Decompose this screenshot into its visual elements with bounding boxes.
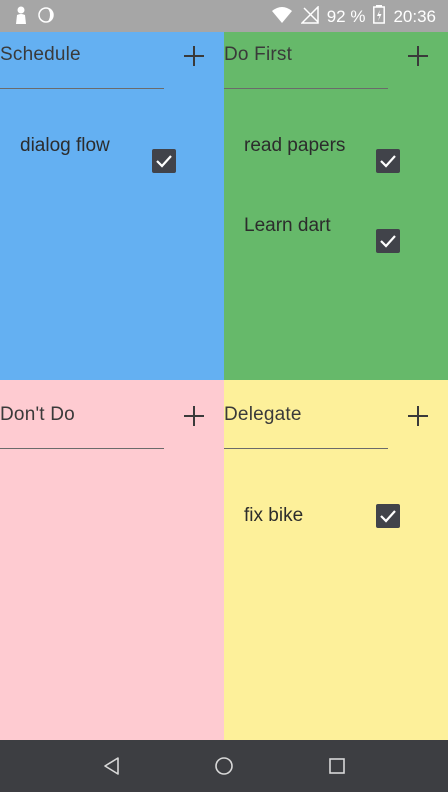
add-task-button[interactable] xyxy=(182,44,206,68)
divider xyxy=(224,448,388,449)
wifi-icon xyxy=(271,6,293,29)
divider xyxy=(0,88,164,89)
quadrant-title: Don't Do xyxy=(0,404,75,425)
check-icon xyxy=(156,155,172,168)
quadrant-delegate: Delegate fix bike xyxy=(224,380,448,740)
battery-icon xyxy=(373,5,386,29)
back-icon[interactable] xyxy=(100,754,124,778)
check-icon xyxy=(380,235,396,248)
quadrant-title: Do First xyxy=(224,44,293,65)
navigation-bar xyxy=(0,740,448,792)
check-icon xyxy=(380,510,396,523)
quadrant-dont-do: Don't Do xyxy=(0,380,224,740)
divider xyxy=(224,88,388,89)
quadrant-header: Delegate xyxy=(224,380,448,450)
add-task-button[interactable] xyxy=(406,44,430,68)
moon-icon xyxy=(38,7,54,28)
check-icon xyxy=(380,155,396,168)
quadrant-header: Don't Do xyxy=(0,380,224,450)
clock: 20:36 xyxy=(393,7,436,26)
battery-text: 92 % xyxy=(326,7,366,26)
task-item: dialog flow xyxy=(20,131,200,191)
task-checkbox[interactable] xyxy=(376,504,400,528)
recents-icon[interactable] xyxy=(325,754,349,778)
home-icon[interactable] xyxy=(212,754,236,778)
task-label: dialog flow xyxy=(20,135,110,156)
task-item: read papers xyxy=(244,131,424,191)
add-task-button[interactable] xyxy=(182,404,206,428)
add-task-button[interactable] xyxy=(406,404,430,428)
person-icon xyxy=(14,6,28,29)
no-signal-icon xyxy=(299,4,319,29)
divider xyxy=(0,448,164,449)
task-item: fix bike xyxy=(244,501,424,531)
task-item: Learn dart xyxy=(244,211,424,271)
quadrant-title: Schedule xyxy=(0,44,81,65)
quadrant-schedule: Schedule dialog flow xyxy=(0,20,224,380)
status-bar: 92 % 20:36 xyxy=(0,0,448,32)
task-checkbox[interactable] xyxy=(152,149,176,173)
task-label: read papers xyxy=(244,135,346,156)
task-checkbox[interactable] xyxy=(376,229,400,253)
quadrant-title: Delegate xyxy=(224,404,302,425)
task-label: Learn dart xyxy=(244,215,331,236)
task-label: fix bike xyxy=(244,505,304,526)
quadrant-do-first: Do First read papers Learn dart xyxy=(224,20,448,380)
task-checkbox[interactable] xyxy=(376,149,400,173)
